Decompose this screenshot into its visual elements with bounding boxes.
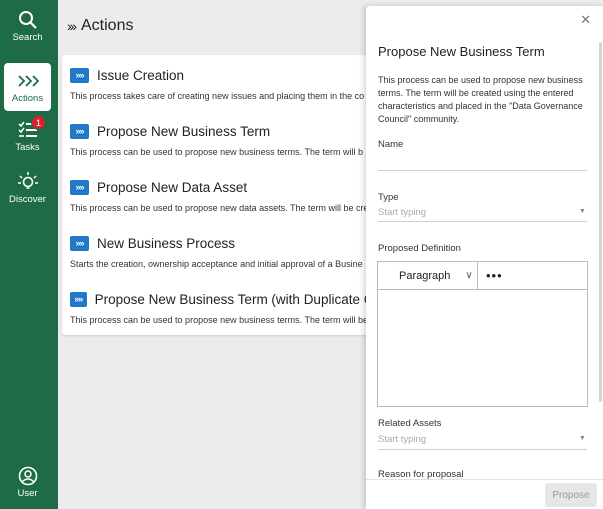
discover-bulb-icon — [17, 170, 39, 194]
close-icon[interactable]: ✕ — [580, 12, 591, 28]
action-title[interactable]: Propose New Business Term — [97, 124, 270, 139]
action-description: Starts the creation, ownership acceptanc… — [70, 259, 363, 269]
nav-tasks-label: Tasks — [15, 142, 40, 153]
action-title[interactable]: Propose New Business Term (with Duplicat… — [95, 292, 402, 307]
page-title: Actions — [81, 17, 134, 34]
propose-term-panel: ✕ Propose New Business Term This process… — [366, 6, 603, 509]
panel-scrollbar[interactable] — [599, 42, 602, 402]
more-icon[interactable]: ••• — [478, 268, 503, 283]
action-description: This process can be used to propose new … — [70, 147, 363, 157]
action-item[interactable]: »» Propose New Business Term This process… — [70, 121, 402, 157]
action-title[interactable]: New Business Process — [97, 236, 235, 251]
action-description: This process can be used to propose new … — [70, 203, 369, 213]
definition-editor[interactable]: Paragraph ∨ ••• — [377, 261, 588, 407]
search-icon — [18, 8, 38, 32]
nav-actions-label: Actions — [11, 93, 44, 104]
name-field[interactable] — [378, 170, 587, 171]
action-chevrons-icon: »» — [70, 179, 89, 195]
related-field-underline — [378, 449, 587, 450]
actions-chevrons-icon — [17, 69, 39, 93]
action-chevrons-icon: »» — [70, 123, 89, 139]
chevron-down-icon: ∨ — [465, 270, 473, 281]
paragraph-select[interactable]: Paragraph ∨ — [378, 261, 478, 290]
type-label: Type — [378, 192, 399, 203]
action-title[interactable]: Issue Creation — [97, 68, 184, 83]
type-input[interactable]: Start typing — [378, 207, 426, 218]
actions-chevrons-icon: ››› — [67, 18, 77, 34]
name-label: Name — [378, 139, 404, 150]
nav-rail: Search Actions 1 Tasks Discover User — [0, 0, 58, 509]
panel-footer: Propose — [366, 479, 603, 509]
panel-description: This process can be used to propose new … — [378, 75, 583, 124]
action-chevrons-icon: »» — [70, 291, 87, 307]
nav-search[interactable]: Search — [4, 8, 51, 56]
related-assets-label: Related Assets — [378, 418, 442, 429]
tasks-badge: 1 — [31, 115, 46, 130]
propose-button[interactable]: Propose — [545, 483, 597, 507]
action-description: This process takes care of creating new … — [70, 91, 365, 101]
editor-toolbar: Paragraph ∨ ••• — [378, 261, 587, 290]
related-assets-input[interactable]: Start typing — [378, 434, 426, 445]
user-icon — [18, 464, 38, 488]
nav-discover[interactable]: Discover — [4, 170, 51, 210]
nav-search-label: Search — [12, 32, 43, 43]
action-chevrons-icon: »» — [70, 235, 89, 251]
paragraph-select-label: Paragraph — [399, 269, 451, 282]
nav-user[interactable]: User — [4, 464, 51, 504]
action-title[interactable]: Propose New Data Asset — [97, 180, 247, 195]
nav-tasks[interactable]: 1 Tasks — [4, 115, 51, 162]
panel-title: Propose New Business Term — [378, 44, 545, 59]
nav-actions[interactable]: Actions — [4, 63, 51, 111]
action-chevrons-icon: »» — [70, 67, 89, 83]
chevron-down-icon[interactable]: ▼ — [579, 435, 586, 442]
nav-discover-label: Discover — [9, 194, 46, 205]
chevron-down-icon[interactable]: ▼ — [579, 208, 586, 215]
nav-user-label: User — [17, 488, 38, 499]
actions-list: »» Issue Creation This process takes care… — [62, 55, 402, 335]
action-item[interactable]: »» Propose New Data Asset This process ca… — [70, 177, 402, 213]
action-item[interactable]: »» New Business Process Starts the creati… — [70, 233, 402, 269]
action-item[interactable]: »» Issue Creation This process takes care… — [70, 65, 402, 101]
action-item[interactable]: »» Propose New Business Term (with Duplic… — [70, 289, 402, 325]
definition-label: Proposed Definition — [378, 243, 461, 254]
action-description: This process can be used to propose new … — [70, 315, 368, 325]
type-field-underline — [378, 221, 587, 222]
